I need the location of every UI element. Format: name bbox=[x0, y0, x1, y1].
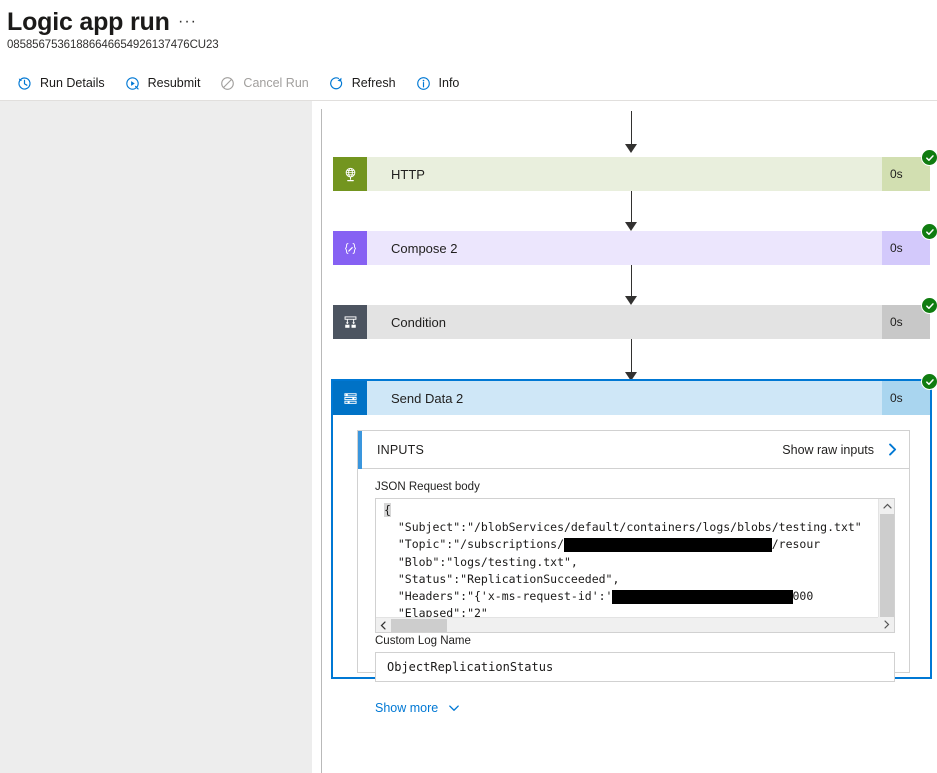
command-bar: Run Details Resubmit Cancel Run Refresh … bbox=[0, 66, 937, 100]
workflow-canvas[interactable]: HTTP 0s Compose 2 0s Condition 0s Send D… bbox=[0, 101, 937, 773]
action-name-send-data-2: Send Data 2 bbox=[367, 381, 882, 415]
scroll-up-icon[interactable] bbox=[879, 499, 894, 514]
info-button[interactable]: Info bbox=[407, 67, 469, 99]
action-name-compose-2: Compose 2 bbox=[367, 231, 882, 265]
condition-branch-icon bbox=[333, 305, 367, 339]
refresh-icon bbox=[328, 75, 345, 92]
scroll-right-icon[interactable] bbox=[878, 617, 894, 632]
canvas-scroll-rail[interactable] bbox=[321, 109, 322, 773]
log-analytics-send-data-icon bbox=[333, 381, 367, 415]
action-card-compose-2[interactable]: Compose 2 0s bbox=[333, 223, 937, 265]
redacted-text: 000000000000000000000000000000 bbox=[564, 538, 772, 553]
chevron-right-icon bbox=[885, 442, 900, 457]
json-text: "Blob":"logs/testing.txt", bbox=[384, 554, 578, 569]
connector-arrow-to-send-data-2 bbox=[621, 339, 643, 381]
custom-log-name-label: Custom Log Name bbox=[375, 635, 471, 647]
json-line: "Subject":"/blobServices/default/contain… bbox=[384, 519, 890, 536]
status-badge-succeeded-send-data-2 bbox=[921, 373, 937, 390]
json-request-body-textarea[interactable]: { "Subject":"/blobServices/default/conta… bbox=[375, 498, 895, 633]
action-card-send-data-2[interactable]: Send Data 2 0s bbox=[333, 373, 937, 415]
json-line: "Status":"ReplicationSucceeded", bbox=[384, 571, 890, 588]
json-line: "Topic":"/subscriptions/0000000000000000… bbox=[384, 536, 890, 553]
action-card-http[interactable]: HTTP 0s bbox=[333, 149, 937, 191]
show-more-label: Show more bbox=[375, 701, 439, 715]
globe-icon bbox=[333, 157, 367, 191]
resubmit-play-icon bbox=[124, 75, 141, 92]
json-text: { bbox=[384, 503, 391, 517]
action-name-condition: Condition bbox=[367, 305, 882, 339]
json-text: "Headers":"{'x-ms-request-id':' bbox=[384, 589, 613, 604]
action-details-box: INPUTS Show raw inputs JSON Request body… bbox=[357, 430, 910, 715]
connector-arrow-to-condition bbox=[621, 265, 643, 305]
chevron-down-icon bbox=[447, 701, 461, 715]
json-text: "Topic":"/subscriptions/ bbox=[384, 537, 565, 552]
inputs-accent-bar bbox=[358, 431, 362, 469]
json-request-body-label: JSON Request body bbox=[375, 481, 480, 493]
history-clock-icon bbox=[16, 75, 33, 92]
inputs-section-header: INPUTS Show raw inputs bbox=[358, 431, 909, 469]
cancel-run-button: Cancel Run bbox=[211, 67, 317, 99]
refresh-label: Refresh bbox=[351, 76, 396, 90]
json-text: "Subject":"/blobServices/default/contain… bbox=[384, 520, 862, 535]
info-circle-icon bbox=[415, 75, 432, 92]
json-text: /resour bbox=[771, 537, 821, 552]
cancel-run-label: Cancel Run bbox=[243, 76, 309, 90]
connector-arrow-to-http bbox=[621, 111, 643, 153]
custom-log-name-input[interactable]: ObjectReplicationStatus bbox=[375, 652, 895, 682]
json-line: { bbox=[384, 502, 890, 519]
run-details-button[interactable]: Run Details bbox=[8, 67, 114, 99]
cancel-circle-slash-icon bbox=[219, 75, 236, 92]
json-text: "Status":"ReplicationSucceeded", bbox=[384, 571, 620, 586]
title-more-menu[interactable]: ··· bbox=[178, 13, 197, 31]
selected-action-panel-send-data-2[interactable]: Send Data 2 0s INPUTS Show raw inputs JS… bbox=[331, 373, 937, 715]
page-header: Logic app run ··· 0858567536188664665492… bbox=[0, 0, 937, 62]
show-raw-inputs-label: Show raw inputs bbox=[782, 442, 874, 457]
redacted-text: 00000000000000000000000000 bbox=[612, 590, 793, 605]
connector-arrow-to-compose-2 bbox=[621, 191, 643, 231]
resubmit-button[interactable]: Resubmit bbox=[116, 67, 210, 99]
canvas-left-gutter bbox=[0, 101, 312, 773]
custom-log-name-field: Custom Log Name ObjectReplicationStatus bbox=[375, 635, 895, 682]
json-vertical-scrollbar[interactable] bbox=[878, 499, 894, 632]
action-name-http: HTTP bbox=[367, 157, 882, 191]
json-request-body-value: { "Subject":"/blobServices/default/conta… bbox=[384, 502, 890, 622]
json-request-body-field: JSON Request body { "Subject":"/blobServ… bbox=[375, 481, 895, 633]
scroll-left-icon[interactable] bbox=[376, 618, 391, 632]
inputs-label: INPUTS bbox=[377, 442, 425, 457]
refresh-button[interactable]: Refresh bbox=[320, 67, 405, 99]
run-details-label: Run Details bbox=[40, 76, 105, 90]
status-badge-succeeded-compose-2 bbox=[921, 223, 937, 240]
compose-braces-icon bbox=[333, 231, 367, 265]
json-line: "Headers":"{'x-ms-request-id':'000000000… bbox=[384, 588, 890, 605]
json-text: 000 bbox=[792, 589, 814, 604]
resubmit-label: Resubmit bbox=[147, 76, 201, 90]
json-horizontal-scroll-thumb[interactable] bbox=[391, 619, 447, 632]
action-card-condition[interactable]: Condition 0s bbox=[333, 297, 937, 339]
page-title: Logic app run bbox=[7, 8, 170, 36]
json-vertical-scroll-thumb[interactable] bbox=[880, 514, 894, 618]
run-id: 08585675361886646654926137476CU23 bbox=[7, 39, 219, 51]
show-more-link[interactable]: Show more bbox=[375, 701, 461, 715]
json-line: "Blob":"logs/testing.txt", bbox=[384, 554, 890, 571]
show-raw-inputs-link[interactable]: Show raw inputs bbox=[782, 442, 900, 457]
status-badge-succeeded-condition bbox=[921, 297, 937, 314]
json-horizontal-scrollbar[interactable] bbox=[376, 617, 880, 632]
info-label: Info bbox=[438, 76, 460, 90]
status-badge-succeeded-http bbox=[921, 149, 937, 166]
